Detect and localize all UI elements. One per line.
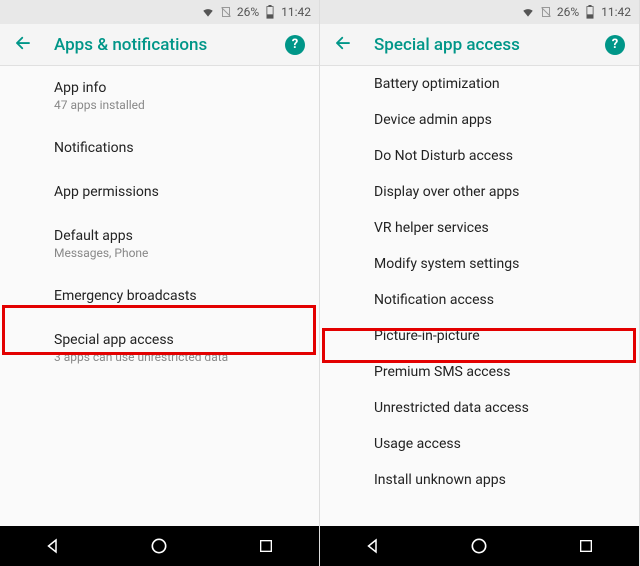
list-item-label: Install unknown apps <box>374 472 623 488</box>
status-bar: 26% 11:42 <box>320 0 639 24</box>
list-item-label: Do Not Disturb access <box>374 148 623 164</box>
content-list-left: App info 47 apps installed Notifications Ap… <box>0 66 319 526</box>
list-item[interactable]: Modify system settings <box>320 246 639 282</box>
list-item[interactable]: VR helper services <box>320 210 639 246</box>
list-item[interactable]: Picture-in-picture <box>320 318 639 354</box>
list-item-label: Device admin apps <box>374 112 623 128</box>
list-item[interactable]: Notification access <box>320 282 639 318</box>
toolbar: Apps & notifications ? <box>0 24 319 66</box>
nav-back-button[interactable] <box>353 526 393 566</box>
list-item[interactable]: Unrestricted data access <box>320 390 639 426</box>
list-item-label: Usage access <box>374 436 623 452</box>
battery-icon <box>583 5 597 19</box>
list-item-sublabel: 47 apps installed <box>54 98 303 112</box>
nav-bar <box>320 526 639 566</box>
list-item-label: Emergency broadcasts <box>54 288 303 304</box>
list-item-label: Notifications <box>54 140 303 156</box>
nav-home-button[interactable] <box>459 526 499 566</box>
content-list-right: Battery optimization Device admin apps Do … <box>320 66 639 526</box>
clock: 11:42 <box>281 5 311 19</box>
nav-recents-button[interactable] <box>566 526 606 566</box>
list-item-label: Picture-in-picture <box>374 328 623 344</box>
list-item-label: Display over other apps <box>374 184 623 200</box>
list-item[interactable]: Install unknown apps <box>320 462 639 498</box>
battery-percent: 26% <box>557 5 579 19</box>
battery-icon <box>263 5 277 19</box>
list-item[interactable]: App info 47 apps installed <box>0 66 319 126</box>
list-item-sublabel: Messages, Phone <box>54 246 303 260</box>
battery-percent: 26% <box>237 5 259 19</box>
back-button[interactable] <box>334 34 352 56</box>
list-item[interactable]: Usage access <box>320 426 639 462</box>
phone-right: 26% 11:42 Special app access ? Battery o… <box>320 0 640 566</box>
nav-recents-button[interactable] <box>246 526 286 566</box>
no-sim-icon <box>539 5 553 19</box>
list-item-label: Modify system settings <box>374 256 623 272</box>
no-sim-icon <box>219 5 233 19</box>
back-button[interactable] <box>14 34 32 56</box>
list-item-label: Default apps <box>54 228 303 244</box>
list-item-label: App permissions <box>54 184 303 200</box>
list-item[interactable]: App permissions <box>0 170 319 214</box>
wifi-icon <box>521 5 535 19</box>
list-item-label: Notification access <box>374 292 623 308</box>
nav-bar <box>0 526 319 566</box>
nav-back-button[interactable] <box>33 526 73 566</box>
list-item[interactable]: Display over other apps <box>320 174 639 210</box>
clock: 11:42 <box>601 5 631 19</box>
page-title: Special app access <box>374 35 583 55</box>
list-item[interactable]: Special app access 3 apps can use unrestr… <box>0 318 319 378</box>
status-bar: 26% 11:42 <box>0 0 319 24</box>
list-item-label: Special app access <box>54 332 303 348</box>
list-item-label: Unrestricted data access <box>374 400 623 416</box>
nav-home-button[interactable] <box>139 526 179 566</box>
list-item[interactable]: Battery optimization <box>320 66 639 102</box>
help-button[interactable]: ? <box>605 35 625 55</box>
list-item-label: Premium SMS access <box>374 364 623 380</box>
list-item[interactable]: Do Not Disturb access <box>320 138 639 174</box>
page-title: Apps & notifications <box>54 35 263 55</box>
list-item-label: VR helper services <box>374 220 623 236</box>
list-item[interactable]: Emergency broadcasts <box>0 274 319 318</box>
list-item-label: Battery optimization <box>374 76 623 92</box>
wifi-icon <box>201 5 215 19</box>
list-item[interactable]: Default apps Messages, Phone <box>0 214 319 274</box>
phone-left: 26% 11:42 Apps & notifications ? App inf… <box>0 0 320 566</box>
toolbar: Special app access ? <box>320 24 639 66</box>
list-item[interactable]: Premium SMS access <box>320 354 639 390</box>
list-item-label: App info <box>54 80 303 96</box>
list-item[interactable]: Notifications <box>0 126 319 170</box>
help-button[interactable]: ? <box>285 35 305 55</box>
list-item-sublabel: 3 apps can use unrestricted data <box>54 350 303 364</box>
list-item[interactable]: Device admin apps <box>320 102 639 138</box>
